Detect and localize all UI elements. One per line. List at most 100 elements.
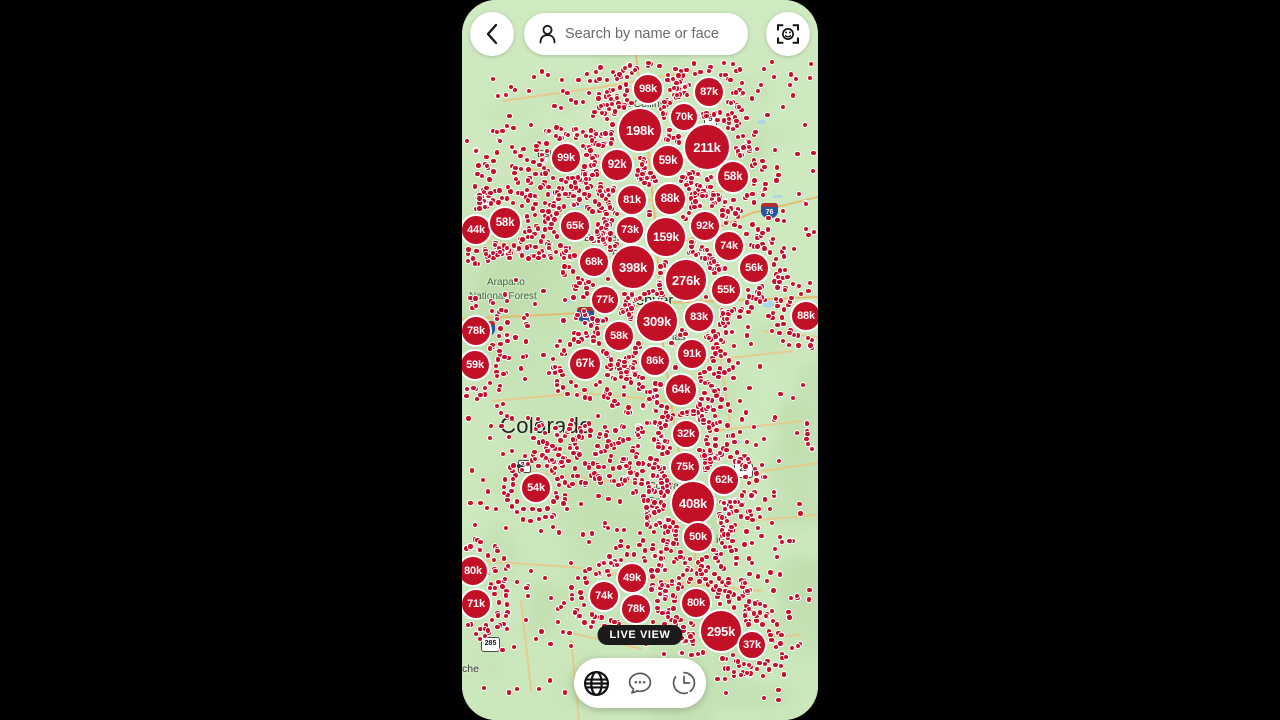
map-pin[interactable]: [527, 518, 534, 525]
cluster-bubble[interactable]: 75k: [669, 451, 701, 483]
map-pin[interactable]: [503, 601, 511, 608]
map-pin[interactable]: [780, 253, 788, 260]
cluster-bubble[interactable]: 98k: [632, 73, 664, 105]
map-pin[interactable]: [729, 537, 736, 545]
map-pin[interactable]: [587, 427, 594, 434]
map-pin[interactable]: [769, 235, 776, 242]
map-pin[interactable]: [630, 551, 637, 558]
map-pin[interactable]: [566, 425, 573, 433]
map-pin[interactable]: [710, 357, 717, 365]
map-pin[interactable]: [496, 248, 503, 256]
map-pin[interactable]: [593, 228, 601, 235]
map-pin[interactable]: [634, 425, 641, 433]
map-pin[interactable]: [499, 128, 506, 135]
map-pin[interactable]: [801, 121, 808, 128]
cluster-bubble[interactable]: 58k: [603, 320, 635, 352]
map-pin[interactable]: [586, 78, 594, 85]
map-pin[interactable]: [756, 513, 763, 520]
map-pin[interactable]: [780, 217, 787, 224]
map-pin[interactable]: [777, 640, 784, 647]
map-pin[interactable]: [638, 161, 646, 168]
map-pin[interactable]: [711, 258, 718, 265]
map-pin[interactable]: [749, 559, 756, 566]
map-pin[interactable]: [632, 371, 639, 378]
map-pin[interactable]: [697, 68, 704, 76]
map-pin[interactable]: [806, 587, 813, 594]
map-pin[interactable]: [754, 573, 762, 580]
map-pin[interactable]: [682, 330, 689, 338]
map-pin[interactable]: [566, 630, 573, 637]
map-pin[interactable]: [593, 381, 600, 389]
map-pin[interactable]: [536, 422, 543, 430]
map-pin[interactable]: [730, 668, 737, 676]
map-pin[interactable]: [497, 138, 504, 145]
map-pin[interactable]: [639, 467, 646, 475]
map-pin[interactable]: [620, 104, 628, 111]
map-pin[interactable]: [477, 538, 484, 546]
map-pin[interactable]: [540, 287, 547, 294]
map-pin[interactable]: [670, 605, 677, 612]
map-pin[interactable]: [655, 507, 663, 514]
map-pin[interactable]: [541, 429, 549, 437]
map-pin[interactable]: [635, 460, 642, 467]
map-pin[interactable]: [725, 579, 732, 587]
map-pin[interactable]: [753, 477, 760, 484]
map-pin[interactable]: [779, 104, 786, 111]
cluster-bubble[interactable]: 65k: [559, 210, 591, 242]
map-pin[interactable]: [736, 314, 743, 321]
map-pin[interactable]: [715, 373, 722, 380]
map-pin[interactable]: [710, 406, 717, 414]
map-pin[interactable]: [606, 236, 614, 243]
map-pin[interactable]: [589, 530, 596, 537]
map-pin[interactable]: [595, 141, 602, 148]
map-pin[interactable]: [628, 379, 635, 386]
map-pin[interactable]: [566, 444, 574, 451]
map-pin[interactable]: [775, 696, 782, 703]
map-pin[interactable]: [729, 432, 736, 439]
map-pin[interactable]: [768, 607, 775, 614]
map-pin[interactable]: [559, 269, 567, 276]
map-pin[interactable]: [574, 472, 581, 480]
map-pin[interactable]: [481, 684, 488, 691]
map-pin[interactable]: [776, 571, 783, 578]
map-pin[interactable]: [722, 219, 730, 227]
map-pin[interactable]: [732, 560, 739, 568]
map-pin[interactable]: [733, 89, 740, 96]
map-pin[interactable]: [605, 275, 612, 283]
map-pin[interactable]: [524, 322, 531, 329]
map-pin[interactable]: [779, 208, 786, 215]
map-pin[interactable]: [581, 460, 588, 467]
map-pin[interactable]: [619, 308, 626, 316]
map-pin[interactable]: [774, 216, 781, 223]
map-pin[interactable]: [789, 92, 796, 99]
map-pin[interactable]: [545, 191, 552, 198]
map-pin[interactable]: [777, 267, 784, 274]
map-pin[interactable]: [724, 593, 732, 600]
map-pin[interactable]: [716, 586, 723, 593]
map-pin[interactable]: [645, 488, 653, 495]
map-pin[interactable]: [725, 366, 732, 374]
map-pin[interactable]: [654, 567, 661, 574]
map-pin[interactable]: [496, 187, 503, 194]
map-pin[interactable]: [487, 345, 494, 352]
map-pin[interactable]: [678, 649, 685, 657]
cluster-bubble[interactable]: 159k: [645, 216, 687, 258]
cluster-bubble[interactable]: 309k: [635, 299, 679, 343]
map-pin[interactable]: [755, 505, 762, 513]
map-pin[interactable]: [478, 172, 486, 180]
map-pin[interactable]: [762, 612, 770, 620]
map-pin[interactable]: [473, 396, 481, 403]
map-pin[interactable]: [745, 598, 753, 605]
map-pin[interactable]: [754, 243, 761, 250]
map-pin[interactable]: [756, 298, 764, 305]
map-pin[interactable]: [535, 685, 543, 693]
map-pin[interactable]: [778, 663, 785, 670]
map-pin[interactable]: [616, 464, 623, 471]
map-pin[interactable]: [500, 555, 507, 562]
map-pin[interactable]: [745, 479, 753, 487]
map-pin[interactable]: [635, 442, 642, 450]
cluster-bubble[interactable]: 37k: [737, 630, 767, 660]
map-pin[interactable]: [745, 308, 752, 315]
map-pin[interactable]: [490, 157, 497, 164]
map-pin[interactable]: [784, 273, 791, 281]
